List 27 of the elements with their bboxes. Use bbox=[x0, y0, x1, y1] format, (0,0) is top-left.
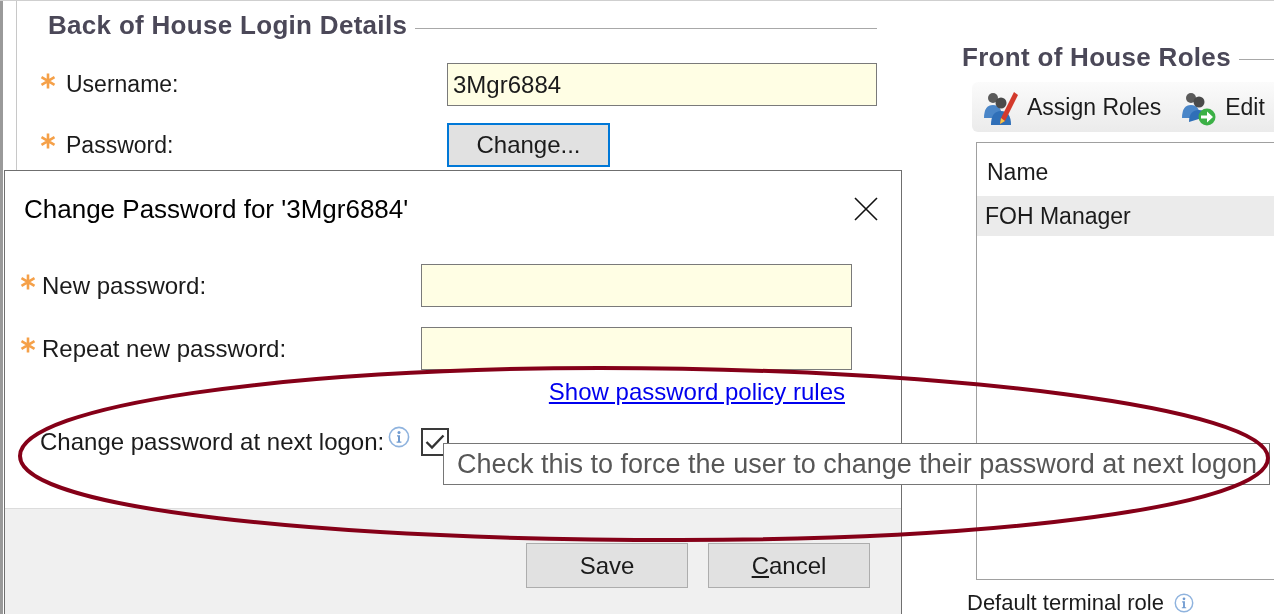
table-cell-text: FOH Manager bbox=[985, 201, 1131, 231]
field-label: Change password at next logon: bbox=[40, 427, 385, 457]
close-button[interactable] bbox=[854, 197, 878, 221]
dialog-button[interactable]: Cancel bbox=[708, 543, 870, 588]
password-field[interactable] bbox=[421, 327, 852, 370]
tooltip: Check this to force the user to change their password at next logon bbox=[443, 443, 1270, 485]
field-label: Username: bbox=[66, 70, 179, 100]
checkmark-icon bbox=[425, 434, 445, 450]
field-label: Password: bbox=[66, 130, 174, 160]
dialog-title: Change Password for '3Mgr6884' bbox=[24, 192, 409, 226]
section-heading: Back of House Login Details bbox=[48, 10, 408, 40]
section-heading: Front of House Roles bbox=[962, 42, 1231, 72]
list-row[interactable]: FOH Manager bbox=[977, 196, 1274, 236]
column-header: Name bbox=[987, 157, 1049, 187]
field-label: Repeat new password: bbox=[42, 333, 287, 364]
password-field[interactable] bbox=[421, 264, 852, 307]
change-button[interactable]: Change... bbox=[447, 123, 610, 167]
dialog-button[interactable]: Save bbox=[526, 543, 688, 588]
field-label: New password: bbox=[42, 270, 207, 301]
checkbox[interactable] bbox=[421, 428, 449, 456]
edit-button[interactable]: Edit bbox=[1179, 88, 1265, 126]
username-field[interactable]: 3Mgr6884 bbox=[447, 63, 877, 106]
info-icon bbox=[388, 426, 411, 448]
policy-link[interactable]: Show password policy rules bbox=[548, 379, 845, 405]
close-icon bbox=[854, 197, 878, 221]
assign-roles-button[interactable]: Assign Roles bbox=[981, 88, 1162, 126]
field-label: Default terminal role bbox=[967, 592, 1164, 614]
